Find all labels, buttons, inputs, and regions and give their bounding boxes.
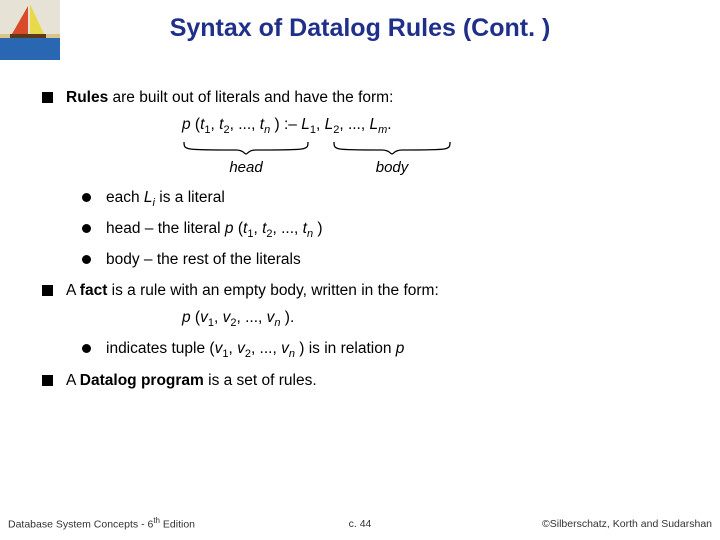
slide: Syntax of Datalog Rules (Cont. ) Rules a…	[0, 0, 720, 540]
sb1-L: L	[144, 189, 153, 206]
sb3-text: body – the rest of the literals	[106, 251, 301, 268]
f-sep1: ,	[211, 116, 220, 133]
f2-open: (	[191, 309, 200, 326]
sb4-p: p	[396, 340, 405, 357]
f2-p: p	[182, 309, 191, 326]
f2-sep: ,	[214, 309, 223, 326]
sb4-v2: v	[237, 340, 245, 357]
bullet-rules-bold: Rules	[66, 89, 108, 106]
bullet-rules: Rules are built out of literals and have…	[42, 88, 682, 109]
sb1-pre: each	[106, 189, 144, 206]
b3-pre: A	[66, 372, 80, 389]
b2-post: is a rule with an empty body, written in…	[107, 282, 438, 299]
label-body: body	[332, 158, 452, 178]
bullet-rules-text: are built out of literals and have the f…	[108, 89, 393, 106]
f-open: (	[191, 116, 200, 133]
f2-v1: v	[200, 309, 208, 326]
sb2-dots: , ...,	[273, 220, 303, 237]
b3-post: is a set of rules.	[204, 372, 317, 389]
sub-head: head – the literal p (t1, t2, ..., tn )	[82, 219, 682, 242]
sb2-close: )	[313, 220, 322, 237]
f2-dots: , ...,	[236, 309, 266, 326]
bullet-program: A Datalog program is a set of rules.	[42, 371, 682, 392]
b2-pre: A	[66, 282, 80, 299]
b3-prog: Datalog program	[80, 372, 204, 389]
sb4-m1: ,	[228, 340, 237, 357]
f-Lm: L	[369, 116, 378, 133]
bullet-fact: A fact is a rule with an empty body, wri…	[42, 281, 682, 302]
sb2-pre: head – the literal	[106, 220, 225, 237]
f-L2: L	[325, 116, 334, 133]
f-Lsm: m	[378, 124, 387, 136]
sub-indicates: indicates tuple (v1, v2, ..., vn ) is in…	[82, 339, 682, 362]
f2-close: ).	[281, 309, 295, 326]
sb2-sep: ,	[253, 220, 262, 237]
label-head: head	[182, 158, 310, 178]
f-dots2: , ...,	[339, 116, 369, 133]
footer-right: ©Silberschatz, Korth and Sudarshan	[542, 518, 712, 530]
rule-formula: p (t1, t2, ..., tn ) :– L1, L2, ..., Lm.	[182, 115, 682, 138]
sb4-vn: v	[281, 340, 289, 357]
sb4-m2: , ...,	[251, 340, 281, 357]
brace-row: head body	[182, 140, 682, 180]
f-cd: :–	[280, 116, 302, 133]
b2-fact: fact	[80, 282, 108, 299]
f-dot: .	[387, 116, 391, 133]
sub-body: body – the rest of the literals	[82, 250, 682, 271]
sb4-post: ) is in relation	[295, 340, 396, 357]
sb1-post: is a literal	[155, 189, 225, 206]
slide-title: Syntax of Datalog Rules (Cont. )	[0, 14, 720, 43]
fact-formula: p (v1, v2, ..., vn ).	[182, 308, 682, 331]
sub-each-li: each Li is a literal	[82, 188, 682, 211]
f-L1: L	[301, 116, 310, 133]
f-sep2: ,	[316, 116, 325, 133]
sb2-p: p	[225, 220, 234, 237]
f-close1: )	[270, 116, 279, 133]
content-area: Rules are built out of literals and have…	[42, 78, 682, 392]
sb4-pre: indicates tuple (	[106, 340, 215, 357]
f-p: p	[182, 116, 191, 133]
sb2-open: (	[234, 220, 243, 237]
f-dots1: , ...,	[230, 116, 260, 133]
